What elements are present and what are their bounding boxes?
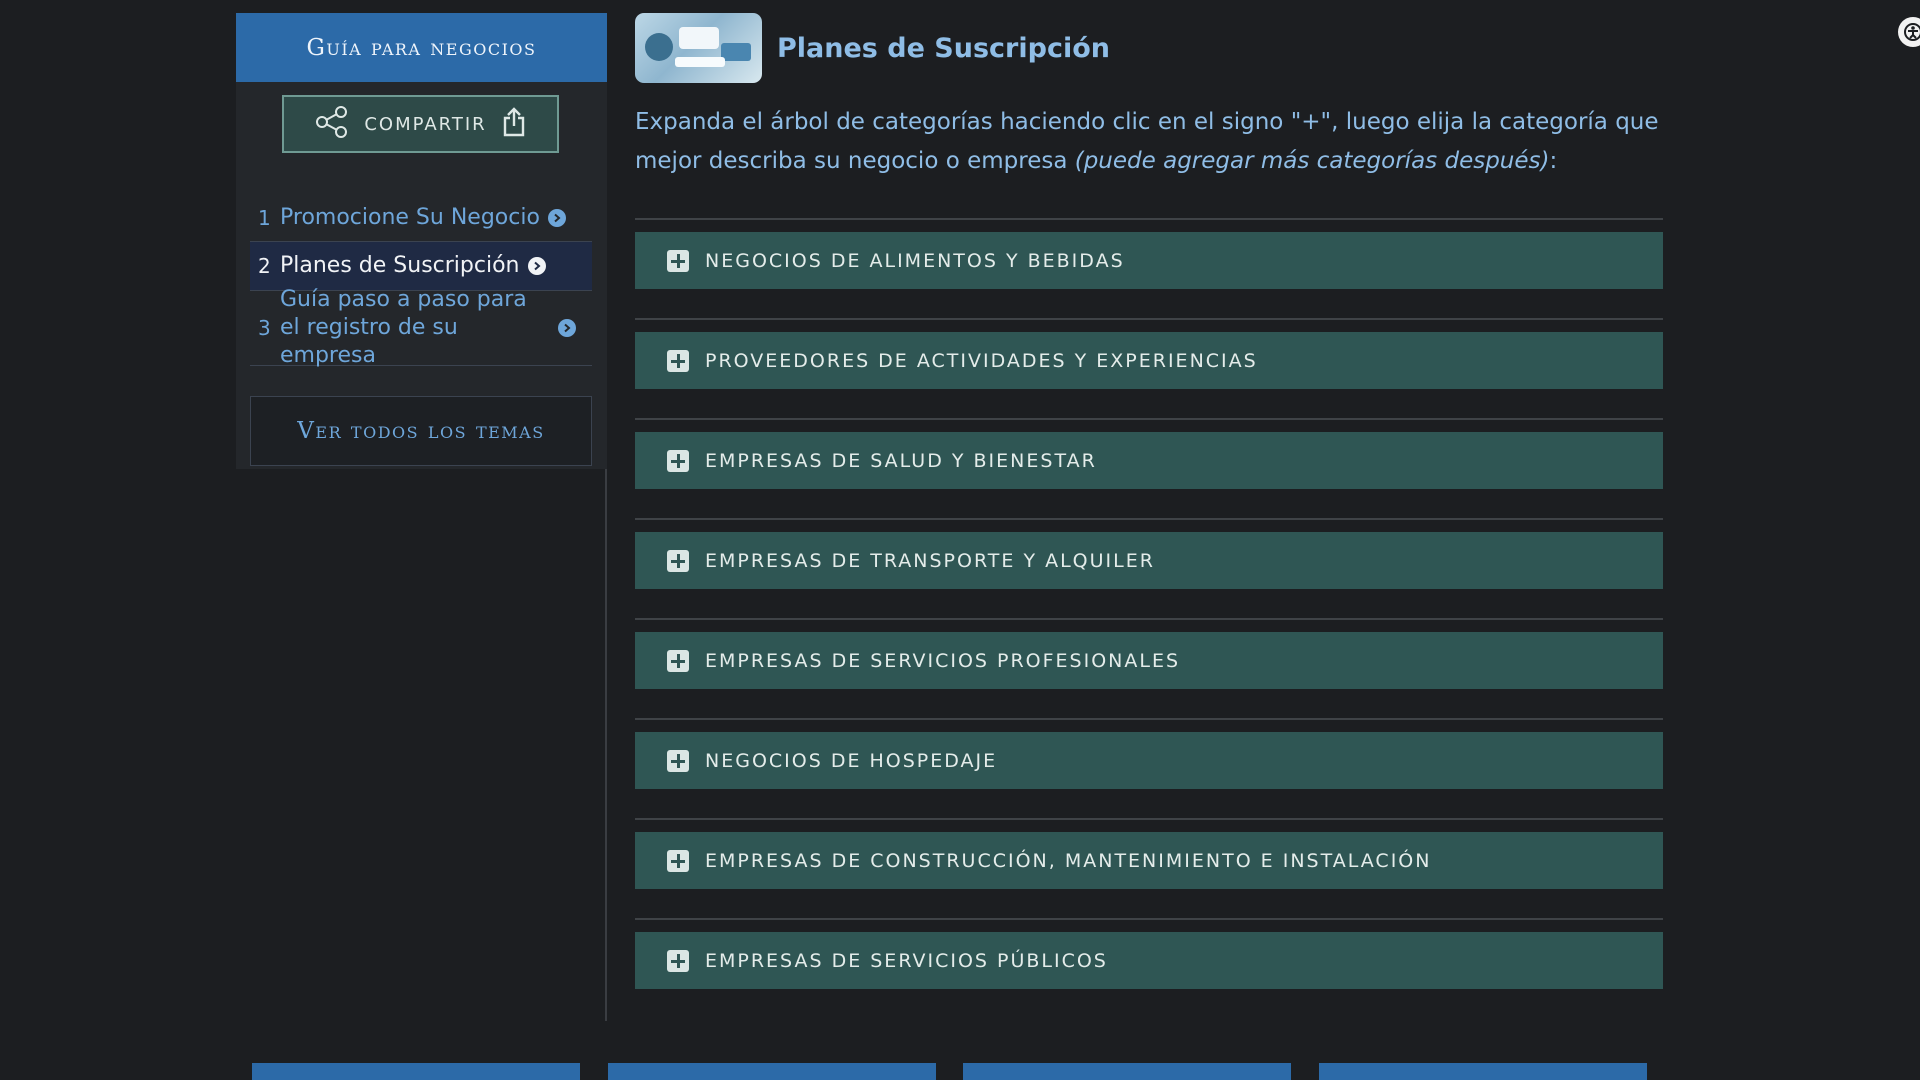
plus-icon [667, 249, 689, 272]
nav-item-number: 3 [258, 316, 271, 340]
nav-item-promocione[interactable]: 1 Promocione Su Negocio [250, 194, 592, 242]
share-icon [314, 106, 350, 142]
accessibility-icon[interactable] [1898, 17, 1920, 47]
category-label: EMPRESAS DE SALUD Y BIENESTAR [705, 449, 1097, 472]
guide-nav: 1 Promocione Su Negocio 2 Planes de Susc… [250, 194, 592, 368]
nav-item-label: Guía paso a paso para el registro de su … [280, 287, 527, 368]
category-label: NEGOCIOS DE HOSPEDAJE [705, 749, 998, 772]
accordion-item: PROVEEDORES DE ACTIVIDADES Y EXPERIENCIA… [635, 318, 1663, 390]
intro-end: : [1549, 148, 1558, 174]
accordion-item: NEGOCIOS DE ALIMENTOS Y BEBIDAS [635, 218, 1663, 290]
accordion-item: EMPRESAS DE TRANSPORTE Y ALQUILER [635, 518, 1663, 590]
category-label: EMPRESAS DE CONSTRUCCIÓN, MANTENIMIENTO … [705, 849, 1432, 872]
category-accordion: NEGOCIOS DE ALIMENTOS Y BEBIDAS PROVEEDO… [635, 218, 1663, 990]
accordion-item: EMPRESAS DE SERVICIOS PÚBLICOS [635, 918, 1663, 990]
category-toggle-salud[interactable]: EMPRESAS DE SALUD Y BIENESTAR [635, 432, 1663, 489]
chevron-right-icon [527, 257, 546, 275]
category-label: EMPRESAS DE SERVICIOS PROFESIONALES [705, 649, 1181, 672]
intro-note: (puede agregar más categorías después) [1074, 148, 1550, 174]
plan-thumbnail-image [635, 13, 762, 83]
category-label: PROVEEDORES DE ACTIVIDADES Y EXPERIENCIA… [705, 349, 1258, 372]
category-toggle-construccion[interactable]: EMPRESAS DE CONSTRUCCIÓN, MANTENIMIENTO … [635, 832, 1663, 889]
guide-header: Guía para negocios [236, 13, 607, 82]
category-label: EMPRESAS DE TRANSPORTE Y ALQUILER [705, 549, 1155, 572]
category-label: EMPRESAS DE SERVICIOS PÚBLICOS [705, 949, 1108, 972]
accordion-item: EMPRESAS DE CONSTRUCCIÓN, MANTENIMIENTO … [635, 818, 1663, 890]
chevron-right-icon [558, 319, 576, 337]
title-row: Planes de Suscripción [635, 13, 1663, 83]
intro-text: Expanda el árbol de categorías haciendo … [635, 103, 1663, 181]
all-topics-button[interactable]: Ver todos los temas [250, 396, 592, 466]
footer-tiles [252, 1063, 1647, 1080]
category-toggle-servicios-profesionales[interactable]: EMPRESAS DE SERVICIOS PROFESIONALES [635, 632, 1663, 689]
plus-icon [667, 549, 689, 572]
page-title: Planes de Suscripción [777, 32, 1110, 64]
footer-tile[interactable] [252, 1063, 580, 1080]
plus-icon [667, 649, 689, 672]
nav-item-number: 1 [258, 205, 271, 230]
share-label: COMPARTIR [364, 113, 487, 135]
footer-tile[interactable] [1318, 1063, 1647, 1080]
category-label: NEGOCIOS DE ALIMENTOS Y BEBIDAS [705, 249, 1125, 272]
main-content: Planes de Suscripción Expanda el árbol d… [635, 13, 1663, 1018]
category-toggle-alimentos[interactable]: NEGOCIOS DE ALIMENTOS Y BEBIDAS [635, 232, 1663, 289]
footer-tile[interactable] [607, 1063, 936, 1080]
share-button[interactable]: COMPARTIR [282, 95, 559, 153]
accordion-item: EMPRESAS DE SALUD Y BIENESTAR [635, 418, 1663, 490]
plus-icon [667, 349, 689, 372]
chevron-right-icon [547, 208, 566, 227]
accordion-item: NEGOCIOS DE HOSPEDAJE [635, 718, 1663, 790]
plus-icon [667, 849, 689, 872]
sidebar: Guía para negocios COMPARTIR 1 Promocion… [236, 13, 607, 469]
category-toggle-servicios-publicos[interactable]: EMPRESAS DE SERVICIOS PÚBLICOS [635, 932, 1663, 989]
footer-tile[interactable] [963, 1063, 1292, 1080]
nav-item-number: 2 [258, 254, 271, 278]
plus-icon [667, 749, 689, 772]
plus-icon [667, 449, 689, 472]
upload-icon [501, 107, 527, 141]
nav-item-guia-paso[interactable]: 3 Guía paso a paso para el registro de s… [250, 287, 592, 368]
accordion-item: EMPRESAS DE SERVICIOS PROFESIONALES [635, 618, 1663, 690]
category-toggle-transporte[interactable]: EMPRESAS DE TRANSPORTE Y ALQUILER [635, 532, 1663, 589]
nav-item-planes[interactable]: 2 Planes de Suscripción [250, 242, 592, 291]
nav-item-label: Planes de Suscripción [280, 253, 520, 278]
nav-item-label: Promocione Su Negocio [280, 204, 540, 230]
category-toggle-actividades[interactable]: PROVEEDORES DE ACTIVIDADES Y EXPERIENCIA… [635, 332, 1663, 389]
plus-icon [667, 949, 689, 972]
category-toggle-hospedaje[interactable]: NEGOCIOS DE HOSPEDAJE [635, 732, 1663, 789]
